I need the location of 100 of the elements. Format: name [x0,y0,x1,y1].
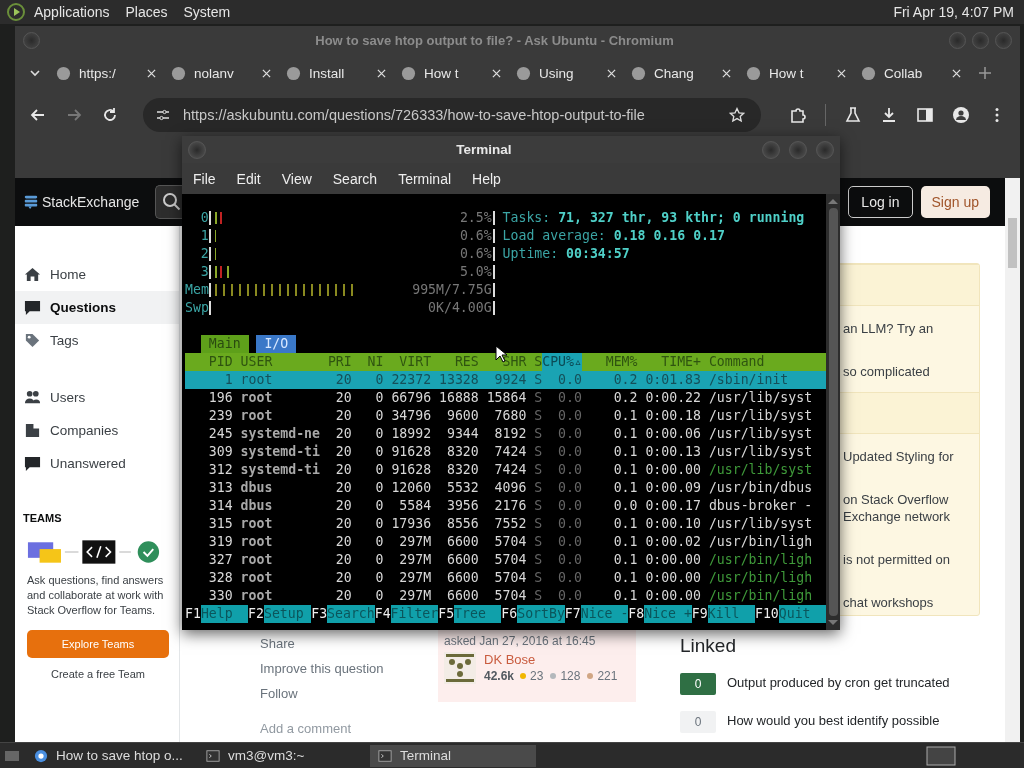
blog-link[interactable]: Exchange network [843,508,971,525]
nav-item[interactable]: Companies [15,414,179,447]
process-row[interactable]: 328 root 20 0 297M 6600 5704 S 0.0 0.1 0:00.00 /usr/bin/ligh [185,569,826,587]
browser-tab[interactable]: Chang [629,61,733,85]
shr-cell-text: 7680 [493,407,527,425]
nav-item[interactable]: Unanswered [15,447,179,480]
menu-item[interactable]: Edit [236,170,261,187]
reload-icon[interactable] [101,106,119,124]
scroll-up-icon[interactable] [828,198,838,204]
blog-link[interactable]: is not permitted on [843,551,971,568]
linked-question-link[interactable]: How would you best identify possible [727,713,940,728]
virt-cell-text: 66796 [390,389,432,407]
process-row[interactable]: 330 root 20 0 297M 6600 5704 S 0.0 0.1 0:00.00 /usr/bin/ligh [185,587,826,605]
panel-menu[interactable]: System [183,4,231,20]
menu-item[interactable]: Help [472,170,501,187]
flask-icon[interactable] [844,106,862,124]
priority-cell-text: 20 [334,533,352,551]
blog-link[interactable]: so complicated [843,363,971,380]
workspace-icon[interactable] [926,745,956,766]
nice-cell-text: 0 [374,461,384,479]
process-row[interactable]: 312 systemd-ti 20 0 91628 8320 7424 S 0.0 0.1 0:00.00 /usr/lib/syst [185,461,826,479]
nav-item[interactable]: Tags [15,324,179,357]
distro-logo-icon[interactable] [6,2,26,22]
close-icon[interactable] [147,68,156,78]
post-menu-link[interactable]: Follow [260,686,418,711]
profile-icon[interactable] [952,106,970,124]
scrollbar[interactable] [826,194,840,630]
process-row[interactable]: 327 root 20 0 297M 6600 5704 S 0.0 0.1 0:00.00 /usr/bin/ligh [185,551,826,569]
process-row[interactable]: 245 systemd-ne 20 0 18992 9344 8192 S 0.0 0.1 0:00.06 /usr/lib/syst [185,425,826,443]
close-icon[interactable] [262,68,271,78]
logo-text[interactable]: StackExchange [42,194,140,210]
process-row[interactable]: 319 root 20 0 297M 6600 5704 S 0.0 0.1 0:00.02 /usr/bin/ligh [185,533,826,551]
shr-cell-text: 9924 [493,371,527,389]
stack-logo-icon[interactable] [23,194,39,210]
star-icon[interactable] [729,107,745,123]
process-row[interactable]: 314 dbus 20 0 5584 3956 2176 S 0.0 0.0 0:00.17 dbus-broker - [185,497,826,515]
process-row[interactable]: 313 dbus 20 0 12060 5532 4096 S 0.0 0.1 0:00.09 /usr/bin/dbus [185,479,826,497]
address-bar[interactable]: https://askubuntu.com/questions/726333/how-to-save-htop-output-to-file [143,98,761,132]
priority-cell-text: 20 [334,407,352,425]
browser-tab[interactable]: Collab [859,61,963,85]
login-button[interactable]: Log in [848,186,913,218]
site-icon [631,65,646,81]
post-menu-link[interactable]: Improve this question [260,661,418,686]
state-cell-text: S [533,371,543,389]
close-icon[interactable] [722,68,731,78]
signup-button[interactable]: Sign up [920,186,990,218]
menu-item[interactable]: Search [332,170,378,187]
browser-tab[interactable]: nolanv [169,61,273,85]
plus-icon[interactable] [977,65,993,81]
close-icon[interactable] [492,68,501,78]
site-icon [401,65,416,81]
avatar-pattern-icon[interactable] [444,652,476,684]
close-icon[interactable] [377,68,386,78]
close-icon[interactable] [837,68,846,78]
browser-tab[interactable]: https:/ [54,61,158,85]
menu-item[interactable]: Terminal [398,170,452,187]
taskbar-item[interactable]: vm3@vm3:~ [198,744,364,767]
download-icon[interactable] [880,106,898,124]
browser-tab[interactable]: How t [744,61,848,85]
browser-tab[interactable]: Using [514,61,618,85]
nav-item[interactable]: Questions [15,291,179,324]
process-row[interactable]: 309 systemd-ti 20 0 91628 8320 7424 S 0.0 0.1 0:00.13 /usr/lib/syst [185,443,826,461]
blog-link[interactable]: an LLM? Try an [843,320,971,337]
priority-cell-text: 20 [334,461,352,479]
menu-item[interactable]: File [193,170,216,187]
scroll-down-icon[interactable] [828,620,838,626]
browser-tab[interactable]: How t [399,61,503,85]
function-key: F8 [628,605,645,623]
sidebar-icon[interactable] [916,106,934,124]
pid-cell-text: 319 [207,533,233,551]
scrollbar[interactable] [1005,178,1020,742]
close-icon[interactable] [607,68,616,78]
panel-menu[interactable]: Places [125,4,168,20]
search-button[interactable] [155,185,182,219]
create-team-link[interactable]: Create a free Team [27,668,169,680]
taskbar-item[interactable]: How to save htop o... [26,744,192,767]
post-menu-link[interactable]: Share [260,636,418,661]
panel-menu[interactable]: Applications [34,4,110,20]
puzzle-icon[interactable] [789,106,807,124]
process-row[interactable]: 196 root 20 0 66796 16888 15864 S 0.0 0.2 0:00.22 /usr/lib/syst [185,389,826,407]
blog-link[interactable]: Updated Styling for [843,448,971,465]
taskbar-item[interactable]: Terminal [370,744,536,767]
blog-link[interactable]: on Stack Overflow [843,491,971,508]
linked-question-link[interactable]: Output produced by cron get truncated [727,675,950,690]
tune-icon[interactable] [155,107,171,123]
command-cell-text: /usr/lib/syst [707,461,814,479]
user-name-link[interactable]: DK Bose [484,652,621,667]
browser-tab[interactable]: Install [284,61,388,85]
cpu-cell-text: 0.0 [557,371,582,389]
close-icon[interactable] [952,68,961,78]
time-cell-text: 0:00.18 [644,407,701,425]
state-cell-text: S [533,551,543,569]
process-row[interactable]: 315 root 20 0 17936 8556 7552 S 0.0 0.1 0:00.10 /usr/lib/syst [185,515,826,533]
blog-link[interactable]: chat workshops [843,594,971,611]
nav-item[interactable]: Users [15,381,179,414]
menu-item[interactable]: View [281,170,312,187]
process-row[interactable]: 239 root 20 0 34796 9600 7680 S 0.0 0.1 0:00.18 /usr/lib/syst [185,407,826,425]
nav-item[interactable]: Home [15,258,179,291]
section-heading: Linked [680,635,737,657]
view-tab[interactable]: I/O [256,335,297,353]
